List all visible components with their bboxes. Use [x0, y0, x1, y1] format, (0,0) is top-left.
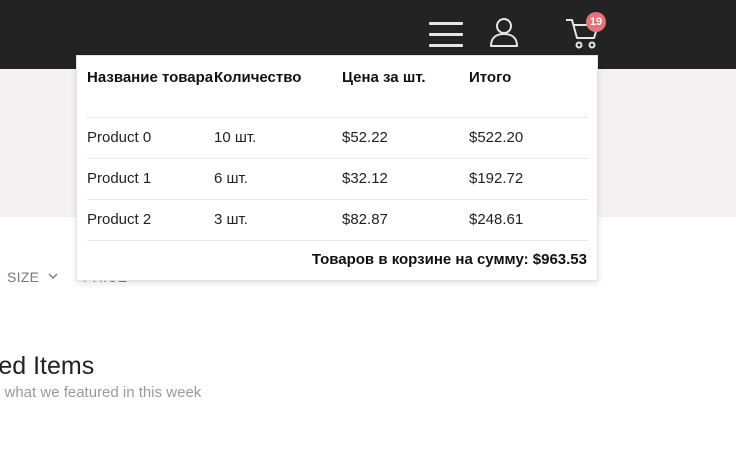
table-row: Product 1 6 шт. $32.12 $192.72	[87, 158, 588, 200]
hamburger-icon[interactable]	[429, 22, 463, 48]
product-price: $52.22	[342, 117, 469, 159]
product-quantity: 6 шт.	[214, 158, 342, 200]
cart-table: Название товара Количество Цена за шт. И…	[87, 56, 588, 241]
filter-size[interactable]: SIZE	[7, 269, 39, 285]
cart-count-badge: 19	[586, 12, 606, 32]
product-price: $32.12	[342, 158, 469, 200]
product-name: Product 2	[87, 199, 214, 241]
cart-total-value: $963.53	[532, 251, 587, 268]
product-name: Product 0	[87, 117, 214, 159]
product-total: $192.72	[469, 158, 588, 200]
product-quantity: 10 шт.	[214, 117, 342, 159]
section-title: red Items	[0, 352, 95, 380]
section-subtitle: n what we featured in this week	[0, 384, 202, 401]
product-name: Product 1	[87, 158, 214, 200]
cart-total: Товаров в корзине на сумму: $963.53	[312, 251, 587, 268]
column-header-name: Название товара	[87, 56, 214, 118]
cart-table-header: Название товара Количество Цена за шт. И…	[87, 56, 588, 118]
user-icon[interactable]	[488, 16, 520, 48]
product-total: $248.61	[469, 199, 588, 241]
table-row: Product 0 10 шт. $52.22 $522.20	[87, 117, 588, 159]
column-header-quantity: Количество	[214, 56, 342, 118]
cart-total-label: Товаров в корзине на сумму:	[311, 251, 529, 268]
product-price: $82.87	[342, 199, 469, 241]
table-row: Product 2 3 шт. $82.87 $248.61	[87, 199, 588, 241]
chevron-down-icon[interactable]	[48, 272, 58, 280]
product-quantity: 3 шт.	[214, 199, 342, 241]
cart-dropdown: Название товара Количество Цена за шт. И…	[76, 55, 598, 281]
column-header-price: Цена за шт.	[342, 56, 469, 118]
product-total: $522.20	[469, 117, 588, 159]
column-header-total: Итого	[469, 56, 588, 118]
